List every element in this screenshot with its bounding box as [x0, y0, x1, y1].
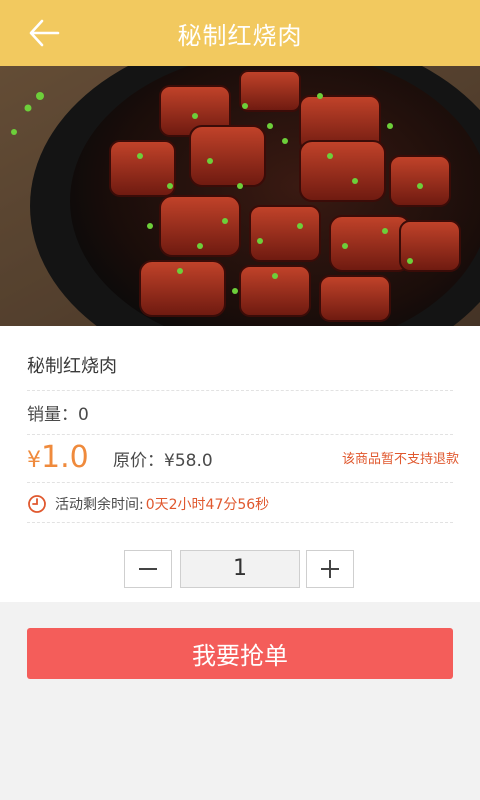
countdown-value: 0天2小时47分56秒 [145, 497, 270, 513]
increase-button[interactable] [306, 550, 354, 588]
original-price: 原价：¥58.0 [113, 446, 213, 471]
divider [27, 522, 453, 523]
app-header: 秘制红烧肉 [0, 0, 480, 66]
price-symbol: ¥ [27, 448, 41, 473]
page-title: 秘制红烧肉 [177, 21, 303, 50]
sales-info: 销量：0 [27, 400, 453, 425]
product-image [0, 66, 480, 326]
original-price-label: 原价： [113, 451, 164, 471]
clock-icon [28, 495, 46, 513]
divider [27, 390, 453, 391]
sales-label: 销量： [27, 405, 78, 425]
minus-icon [139, 568, 157, 570]
product-name: 秘制红烧肉 [27, 356, 117, 377]
price-row: ¥1.0 原价：¥58.0 该商品暂不支持退款 [27, 440, 459, 480]
countdown-label: 活动剩余时间: [55, 497, 144, 513]
refund-notice: 该商品暂不支持退款 [341, 452, 459, 467]
divider [27, 434, 453, 435]
countdown-row: 活动剩余时间: 0天2小时47分56秒 [27, 492, 453, 516]
back-button[interactable] [24, 15, 64, 51]
decrease-button[interactable] [124, 550, 172, 588]
original-price-value: ¥58.0 [164, 451, 213, 471]
grab-order-button[interactable]: 我要抢单 [27, 628, 453, 679]
divider [27, 482, 453, 483]
quantity-stepper: 1 [124, 550, 356, 588]
quantity-input[interactable]: 1 [180, 550, 300, 588]
plus-icon [321, 560, 339, 578]
product-info-card: 秘制红烧肉 销量：0 ¥1.0 原价：¥58.0 该商品暂不支持退款 活动剩余时… [0, 326, 480, 602]
price-value: 1.0 [41, 440, 89, 475]
arrow-left-icon [29, 19, 60, 47]
sales-value: 0 [78, 405, 89, 425]
current-price: ¥1.0 [27, 440, 89, 479]
